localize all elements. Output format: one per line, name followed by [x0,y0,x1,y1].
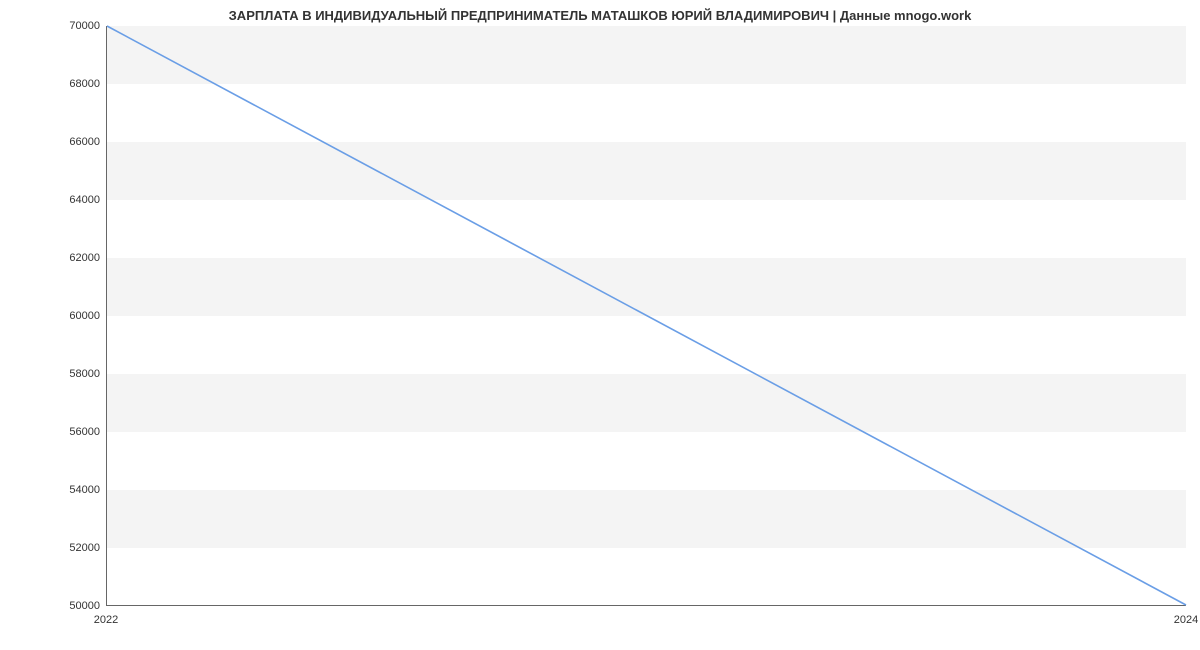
y-tick-label: 66000 [50,136,100,148]
y-tick-label: 56000 [50,426,100,438]
x-tick-label: 2022 [94,614,118,626]
y-tick-label: 64000 [50,194,100,206]
y-tick-label: 58000 [50,368,100,380]
y-tick-label: 62000 [50,252,100,264]
plot-area [106,26,1186,606]
y-tick-label: 60000 [50,310,100,322]
x-tick-label: 2024 [1174,614,1198,626]
y-tick-label: 50000 [50,600,100,612]
y-tick-label: 68000 [50,78,100,90]
chart-title: ЗАРПЛАТА В ИНДИВИДУАЛЬНЫЙ ПРЕДПРИНИМАТЕЛ… [0,8,1200,23]
y-tick-label: 52000 [50,542,100,554]
y-tick-label: 70000 [50,20,100,32]
y-tick-label: 54000 [50,484,100,496]
data-line [107,26,1186,605]
